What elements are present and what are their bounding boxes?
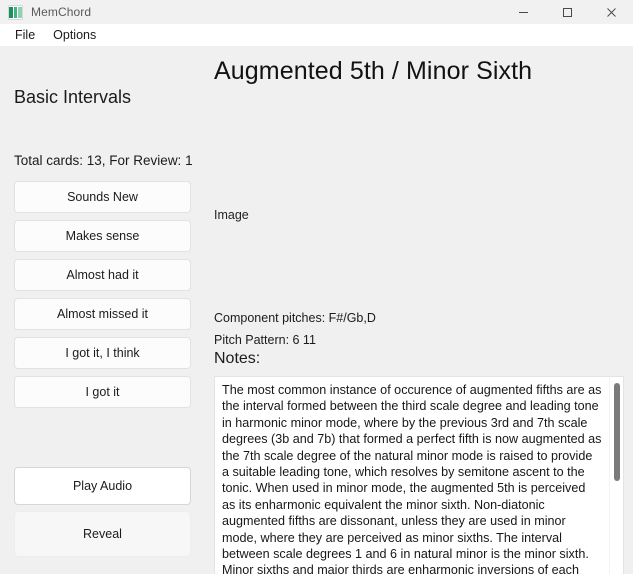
window-controls bbox=[501, 0, 633, 24]
maximize-icon[interactable] bbox=[545, 0, 589, 24]
title-bar-left: MemChord bbox=[0, 4, 92, 20]
notes-textbox[interactable]: The most common instance of occurence of… bbox=[214, 376, 624, 574]
card-panel: Augmented 5th / Minor Sixth Image Compon… bbox=[205, 46, 633, 574]
sidebar: Basic Intervals Total cards: 13, For Rev… bbox=[0, 46, 205, 574]
pitch-pattern: Pitch Pattern: 6 11 bbox=[214, 333, 316, 347]
rating-button-almost-had-it[interactable]: Almost had it bbox=[14, 259, 191, 291]
card-title: Augmented 5th / Minor Sixth bbox=[214, 57, 533, 85]
rating-button-almost-missed-it[interactable]: Almost missed it bbox=[14, 298, 191, 330]
play-audio-button[interactable]: Play Audio bbox=[14, 467, 191, 505]
deck-stats: Total cards: 13, For Review: 1 bbox=[14, 153, 193, 168]
deck-title: Basic Intervals bbox=[14, 87, 132, 107]
title-bar: MemChord bbox=[0, 0, 633, 24]
notes-text[interactable]: The most common instance of occurence of… bbox=[215, 377, 609, 574]
app-icon bbox=[8, 4, 23, 20]
menu-item-file[interactable]: File bbox=[6, 25, 44, 45]
menu-bar: File Options bbox=[0, 24, 633, 46]
close-icon[interactable] bbox=[589, 0, 633, 24]
card-image-placeholder-label: Image bbox=[214, 208, 249, 222]
minimize-icon[interactable] bbox=[501, 0, 545, 24]
rating-button-sounds-new[interactable]: Sounds New bbox=[14, 181, 191, 213]
app-window: MemChord File Options Basic Intervals To… bbox=[0, 0, 633, 574]
menu-item-options[interactable]: Options bbox=[44, 25, 105, 45]
component-pitches: Component pitches: F#/Gb,D bbox=[214, 311, 376, 325]
notes-scrollbar-thumb[interactable] bbox=[614, 383, 620, 481]
notes-label: Notes: bbox=[214, 350, 261, 367]
rating-button-i-got-it-i-think[interactable]: I got it, I think bbox=[14, 337, 191, 369]
window-title: MemChord bbox=[31, 5, 92, 19]
reveal-button[interactable]: Reveal bbox=[14, 511, 191, 557]
notes-scrollbar[interactable] bbox=[609, 377, 623, 574]
content-area: Basic Intervals Total cards: 13, For Rev… bbox=[0, 46, 633, 574]
rating-button-i-got-it[interactable]: I got it bbox=[14, 376, 191, 408]
rating-button-makes-sense[interactable]: Makes sense bbox=[14, 220, 191, 252]
